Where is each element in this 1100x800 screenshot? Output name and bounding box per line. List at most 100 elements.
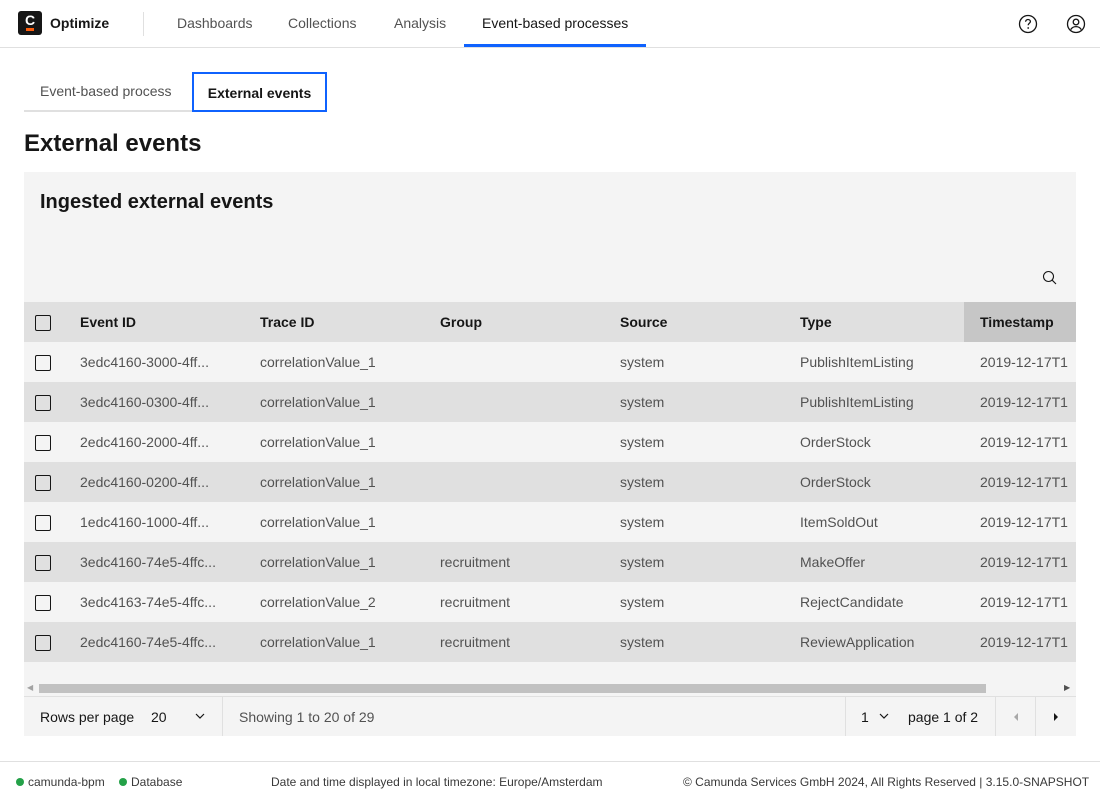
table-body: 3edc4160-3000-4ff... correlationValue_1 sy… [24,342,1076,662]
cell-type: ItemSoldOut [784,502,964,542]
cell-event-id: 3edc4160-3000-4ff... [64,342,244,382]
nav-event-based-processes[interactable]: Event-based processes [464,0,647,47]
search-icon[interactable] [1040,268,1060,288]
table-row[interactable]: 3edc4163-74e5-4ffc... correlationValue_2 r… [24,582,1076,622]
cell-group [424,342,604,382]
column-header-type[interactable]: Type [784,302,964,342]
cell-trace-id: correlationValue_1 [244,622,424,662]
cell-trace-id: correlationValue_1 [244,502,424,542]
cell-timestamp: 2019-12-17T1 [964,422,1076,462]
logo-letter: C [24,12,36,28]
rows-per-page-label: Rows per page [40,709,135,725]
table-row[interactable]: 2edc4160-0200-4ff... correlationValue_1 sy… [24,462,1076,502]
cell-trace-id: correlationValue_1 [244,462,424,502]
cell-source: system [604,502,784,542]
row-checkbox[interactable] [35,514,51,531]
cell-event-id: 1edc4160-1000-4ff... [64,502,244,542]
tab-external-events[interactable]: External events [192,72,327,112]
cell-group [424,462,604,502]
column-header-timestamp[interactable]: Timestamp [964,302,1076,342]
status-label: Database [131,775,183,789]
cell-group [424,422,604,462]
table-scroll-area[interactable]: Event ID Trace ID Group Source Type Time… [24,302,1076,662]
tab-event-based-process[interactable]: Event-based process [24,72,192,112]
pagination: Rows per page 20 Showing 1 to 20 of 29 1… [24,696,1076,736]
row-select-cell [24,622,64,662]
row-select-cell [24,382,64,422]
status-database: Database [119,775,182,789]
scrollbar-thumb[interactable] [39,684,986,693]
page-select[interactable]: 1 [861,709,869,725]
events-table: Event ID Trace ID Group Source Type Time… [24,302,1076,662]
row-select-cell [24,542,64,582]
cell-event-id: 3edc4160-0300-4ff... [64,382,244,422]
external-events-table: Ingested external events Event ID Trace … [24,172,1076,736]
camunda-logo[interactable]: C [18,11,42,35]
logo-accent-bar [26,28,34,31]
cell-trace-id: correlationValue_2 [244,582,424,622]
table-row[interactable]: 3edc4160-3000-4ff... correlationValue_1 sy… [24,342,1076,382]
column-header-trace-id[interactable]: Trace ID [244,302,424,342]
next-page-button[interactable] [1036,697,1076,736]
timezone-note: Date and time displayed in local timezon… [271,775,603,789]
row-checkbox[interactable] [35,434,51,451]
cell-type: OrderStock [784,422,964,462]
table-row[interactable]: 1edc4160-1000-4ff... correlationValue_1 sy… [24,502,1076,542]
pager-divider [222,697,223,736]
cell-event-id: 3edc4163-74e5-4ffc... [64,582,244,622]
column-header-event-id[interactable]: Event ID [64,302,244,342]
cell-trace-id: correlationValue_1 [244,422,424,462]
cell-type: RejectCandidate [784,582,964,622]
column-header-group[interactable]: Group [424,302,604,342]
cell-group: recruitment [424,542,604,582]
scroll-left-arrow-icon[interactable]: ◀ [27,683,33,692]
select-all-cell [24,302,64,342]
row-select-cell [24,582,64,622]
row-checkbox[interactable] [35,634,51,651]
cell-timestamp: 2019-12-17T1 [964,382,1076,422]
column-header-source[interactable]: Source [604,302,784,342]
cell-event-id: 3edc4160-74e5-4ffc... [64,542,244,582]
row-checkbox[interactable] [35,354,51,371]
help-icon[interactable] [1018,14,1038,34]
chevron-down-icon[interactable] [876,708,892,727]
cell-timestamp: 2019-12-17T1 [964,342,1076,382]
cell-trace-id: correlationValue_1 [244,542,424,582]
table-row[interactable]: 2edc4160-74e5-4ffc... correlationValue_1 r… [24,622,1076,662]
pager-divider [845,697,846,736]
cell-source: system [604,382,784,422]
nav-collections[interactable]: Collections [270,0,374,47]
row-select-cell [24,422,64,462]
page-title: External events [24,130,202,157]
cell-type: OrderStock [784,462,964,502]
status-label: camunda-bpm [28,775,105,789]
rows-per-page-select[interactable]: 20 [151,709,167,725]
app-name[interactable]: Optimize [50,15,109,31]
cell-event-id: 2edc4160-74e5-4ffc... [64,622,244,662]
cell-trace-id: correlationValue_1 [244,342,424,382]
table-row[interactable]: 3edc4160-0300-4ff... correlationValue_1 sy… [24,382,1076,422]
cell-timestamp: 2019-12-17T1 [964,502,1076,542]
cell-trace-id: correlationValue_1 [244,382,424,422]
row-checkbox[interactable] [35,394,51,411]
scroll-right-arrow-icon[interactable]: ▶ [1064,683,1070,692]
nav-analysis[interactable]: Analysis [376,0,464,47]
previous-page-button[interactable] [996,697,1036,736]
row-checkbox[interactable] [35,594,51,611]
nav-dashboards[interactable]: Dashboards [159,0,271,47]
table-title: Ingested external events [40,191,274,213]
row-checkbox[interactable] [35,554,51,571]
cell-type: PublishItemListing [784,382,964,422]
cell-timestamp: 2019-12-17T1 [964,582,1076,622]
select-all-checkbox[interactable] [35,314,51,331]
table-row[interactable]: 2edc4160-2000-4ff... correlationValue_1 sy… [24,422,1076,462]
top-navigation: C Optimize Dashboards Collections Analys… [0,0,1100,48]
chevron-down-icon[interactable] [192,708,208,727]
horizontal-scrollbar[interactable]: ◀ ▶ [24,681,1076,695]
table-row[interactable]: 3edc4160-74e5-4ffc... correlationValue_1 r… [24,542,1076,582]
cell-group: recruitment [424,622,604,662]
cell-type: MakeOffer [784,542,964,582]
cell-source: system [604,582,784,622]
user-icon[interactable] [1066,14,1086,34]
row-checkbox[interactable] [35,474,51,491]
